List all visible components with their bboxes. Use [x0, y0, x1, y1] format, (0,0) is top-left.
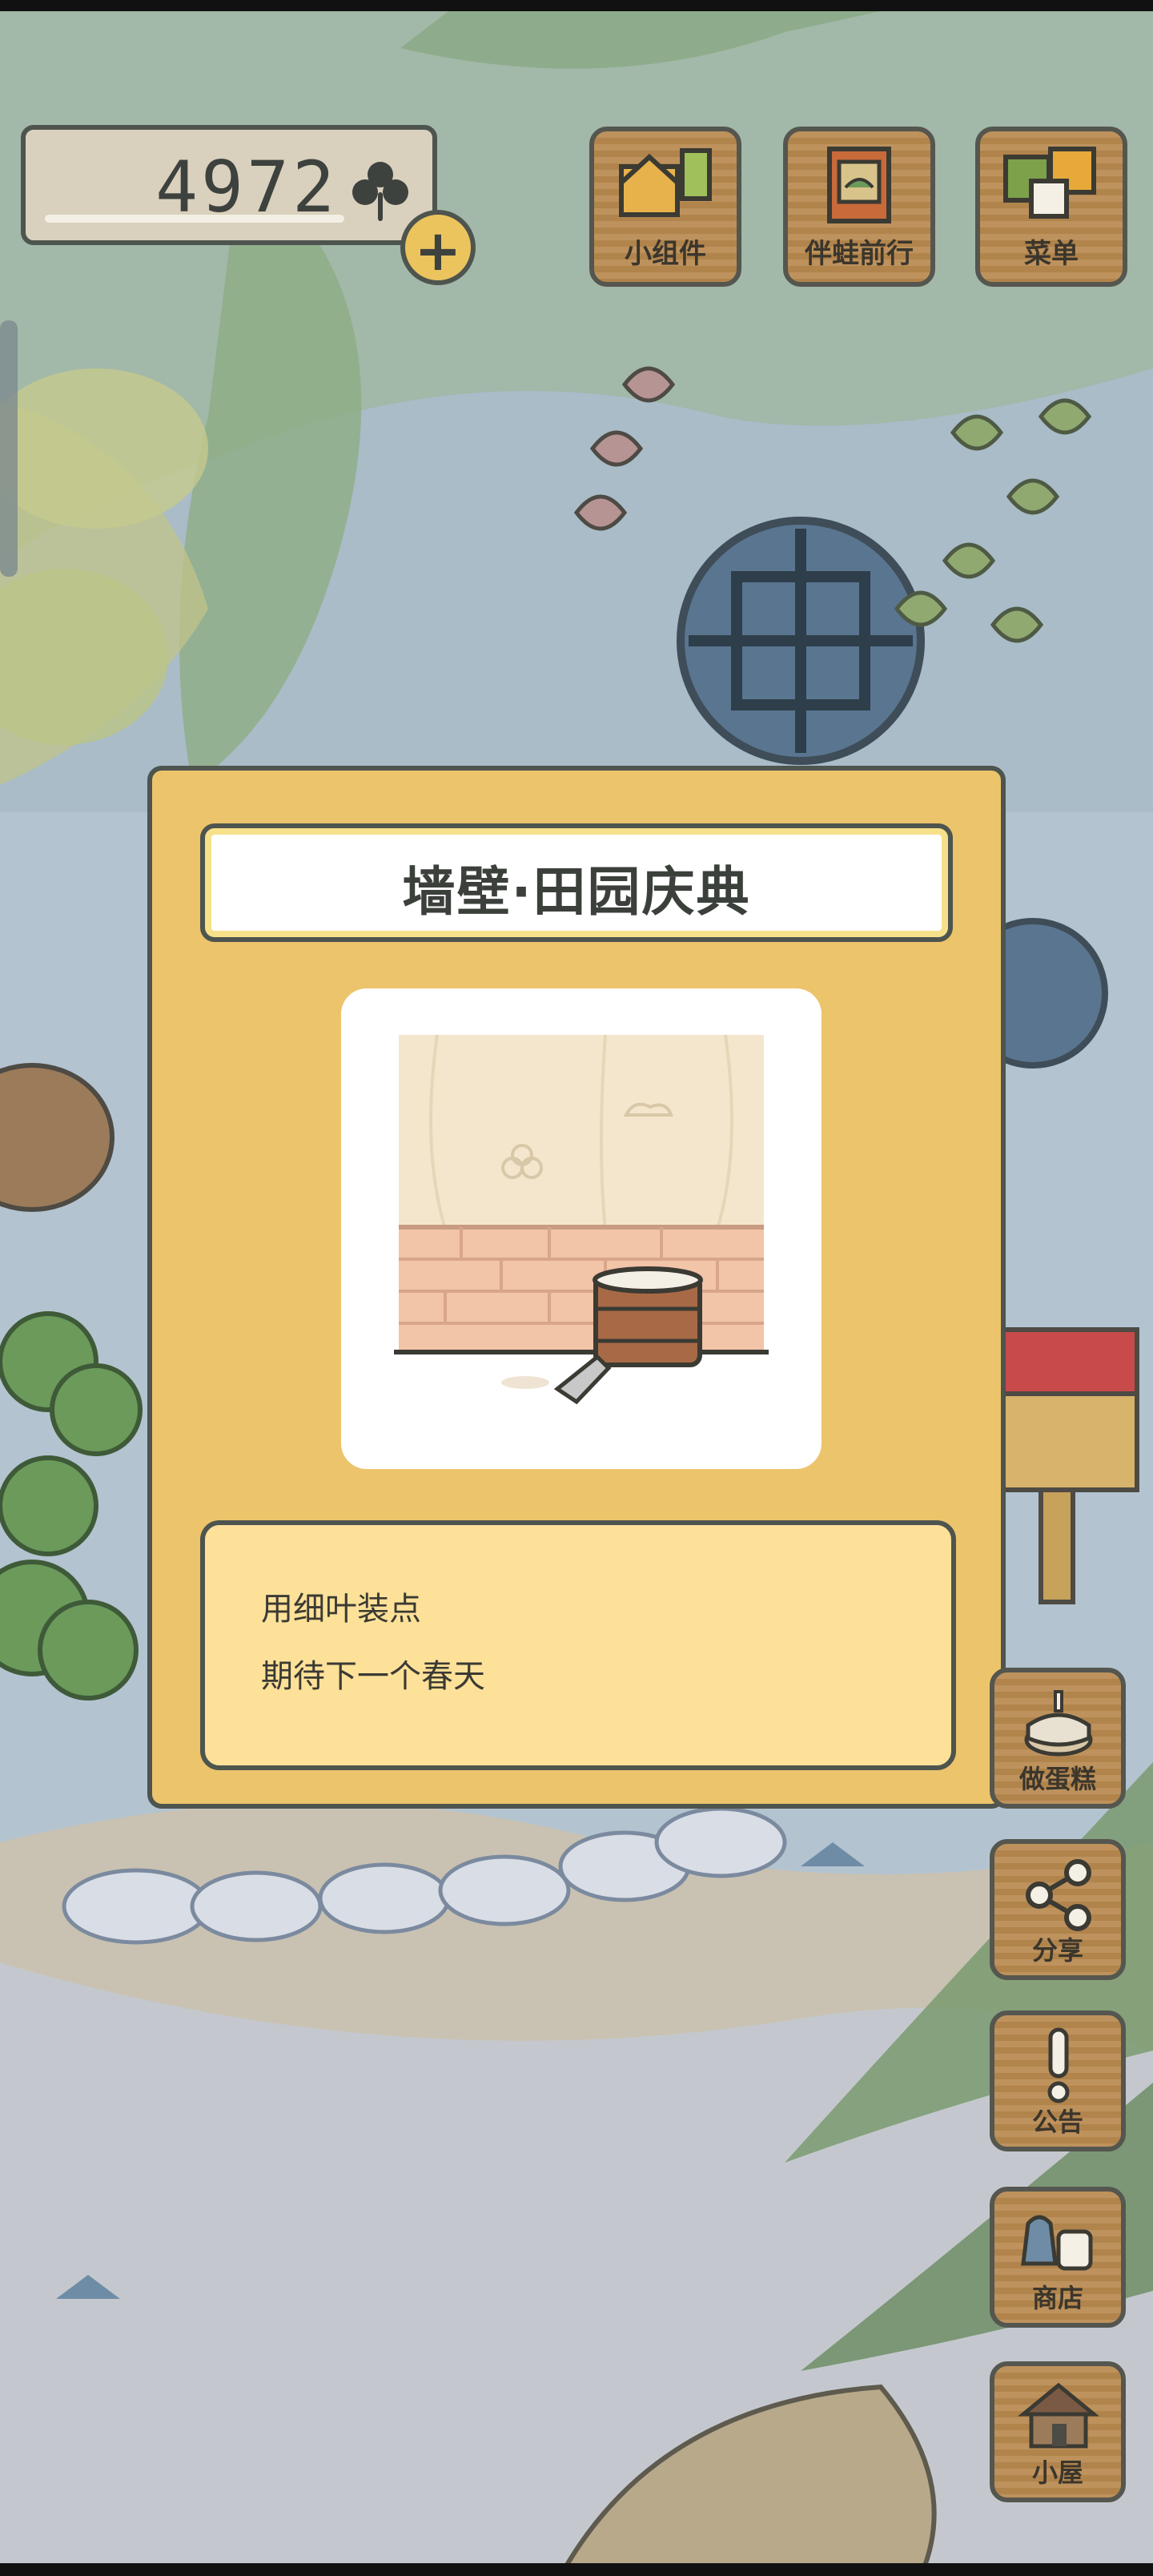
shop-label: 商店 — [1031, 2283, 1083, 2313]
journey-icon — [827, 147, 891, 223]
menu-label: 菜单 — [1024, 238, 1079, 270]
journey-label: 伴蛙前行 — [805, 238, 914, 270]
journey-button[interactable]: 伴蛙前行 — [783, 127, 935, 287]
menu-icon — [1003, 147, 1096, 219]
add-clover-button[interactable]: + — [400, 210, 476, 285]
description-line-2: 期待下一个春天 — [261, 1658, 485, 1695]
share-icon — [1026, 1859, 1091, 1931]
item-description-box: 用细叶装点 期待下一个春天 — [200, 1520, 956, 1770]
widget-icon — [619, 148, 712, 217]
plus-icon: + — [414, 218, 462, 284]
house-button[interactable]: 小屋 — [990, 2361, 1126, 2502]
share-label: 分享 — [1031, 1935, 1083, 1966]
house-icon — [1017, 2382, 1100, 2449]
widget-label: 小组件 — [625, 238, 706, 270]
widget-button[interactable]: 小组件 — [589, 127, 741, 287]
item-title: 墙壁·田园庆典 — [402, 861, 751, 923]
clover-icon — [352, 162, 408, 221]
share-button[interactable]: 分享 — [990, 1839, 1126, 1980]
item-detail-dialog: 墙壁·田园庆典 用细叶装点 期待下一个春天 — [147, 766, 1006, 1809]
house-label: 小屋 — [1031, 2457, 1083, 2488]
clover-balance: 4972 — [21, 125, 437, 245]
notice-button[interactable]: 公告 — [990, 2010, 1126, 2151]
menu-button[interactable]: 菜单 — [975, 127, 1127, 287]
shop-icon — [1021, 2215, 1093, 2271]
wall-paint-bucket-image — [394, 1034, 769, 1405]
shop-button[interactable]: 商店 — [990, 2187, 1126, 2328]
description-line-1: 用细叶装点 — [261, 1591, 421, 1628]
balance-underline — [45, 215, 344, 223]
notice-icon — [1047, 2027, 1070, 2103]
cake-icon — [1024, 1690, 1093, 1757]
item-title-box: 墙壁·田园庆典 — [200, 823, 953, 942]
make-cake-label: 做蛋糕 — [1018, 1764, 1096, 1794]
make-cake-button[interactable]: 做蛋糕 — [990, 1668, 1126, 1809]
item-preview-card — [341, 988, 822, 1469]
notice-label: 公告 — [1031, 2107, 1083, 2137]
